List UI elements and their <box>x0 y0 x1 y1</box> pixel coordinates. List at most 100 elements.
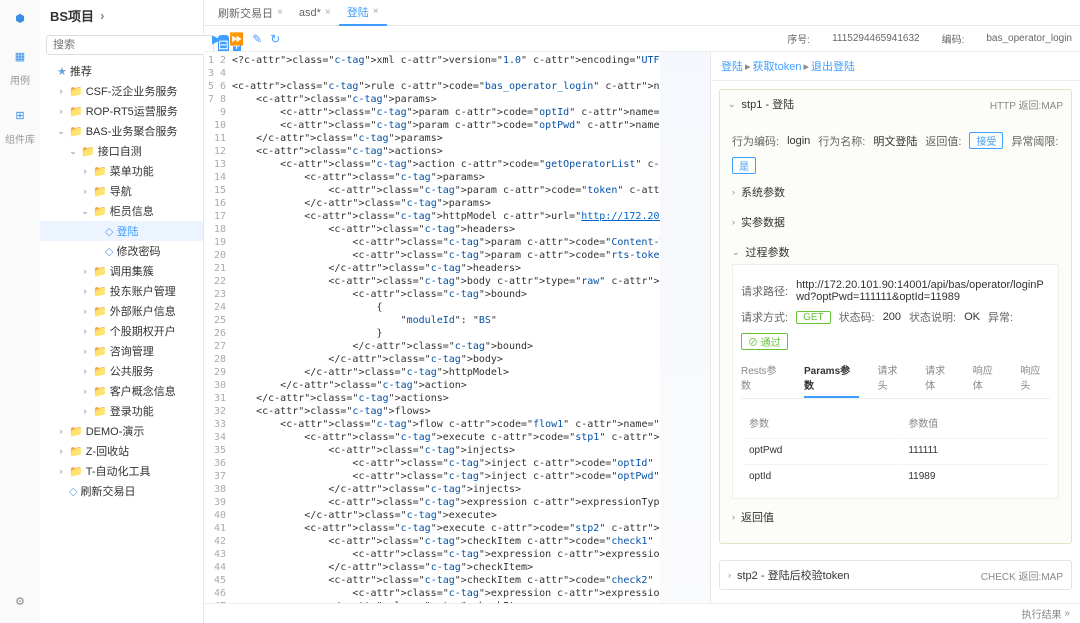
close-icon[interactable]: × <box>277 7 283 18</box>
project-title: BS项目 <box>50 6 94 25</box>
order-label: 序号: <box>787 31 810 46</box>
code-label: 编码: <box>942 31 965 46</box>
tree-node[interactable]: ⌄📁柜员信息 <box>40 201 203 221</box>
tree-node[interactable]: ›📁投东账户管理 <box>40 281 203 301</box>
param-tab[interactable]: 响应头 <box>1020 358 1050 398</box>
desc-label: 状态说明: <box>909 309 956 325</box>
tree-node[interactable]: ›📁T-自动化工具 <box>40 461 203 481</box>
editor-tab[interactable]: 刷新交易日× <box>210 1 291 25</box>
step1-title: stp1 - 登陆 <box>742 96 990 112</box>
file-tree: ★推荐›📁CSF-泛企业务服务›📁ROP-RT5运营服务⌄📁BAS-业务聚合服务… <box>40 59 203 623</box>
editor-toolbar: ▶ ⏩ ✎ ↻ 序号: 1115294465941632 编码: bas_ope… <box>204 26 1080 52</box>
tree-node[interactable]: ›📁Z-回收站 <box>40 441 203 461</box>
tree-node[interactable]: ★推荐 <box>40 61 203 81</box>
tree-node[interactable]: ◇登陆 <box>40 221 203 241</box>
step2-title: stp2 - 登陆后校验token <box>737 567 981 583</box>
footer-label[interactable]: 执行结果 <box>1022 606 1062 621</box>
tree-node[interactable]: ›📁外部账户信息 <box>40 301 203 321</box>
left-icon-bar: ⬢ ▦ 用例 ⊞ 组件库 ⚙ <box>0 0 40 623</box>
logo-icon[interactable]: ⬢ <box>10 8 30 28</box>
usecase-icon[interactable]: ▦ <box>10 46 30 66</box>
step1-card: ⌄ stp1 - 登陆 HTTP 返回:MAP 行为编码: login 行为名称… <box>719 89 1072 544</box>
param-tab[interactable]: 请求头 <box>877 358 907 398</box>
crumb-1[interactable]: 登陆 <box>721 61 743 73</box>
tool-icon[interactable]: ✎ <box>252 32 262 46</box>
action-name-value: 明文登陆 <box>873 133 917 149</box>
tree-node[interactable]: ›📁DEMO-演示 <box>40 421 203 441</box>
tree-node[interactable]: ›📁导航 <box>40 181 203 201</box>
tree-node[interactable]: ›📁ROP-RT5运营服务 <box>40 101 203 121</box>
tree-node[interactable]: ⌄📁接口自测 <box>40 141 203 161</box>
method-chip: GET <box>796 311 831 324</box>
status-value: 200 <box>883 311 901 323</box>
params-table: 参数参数值 optPwd111111optId11989 <box>741 407 1050 490</box>
editor-tab[interactable]: 登陆× <box>339 0 387 26</box>
breadcrumb: 登陆▸获取token▸退出登陆 <box>711 52 1080 81</box>
step2-meta: CHECK 返回:MAP <box>981 568 1063 583</box>
crumb-3[interactable]: 退出登陆 <box>811 61 855 73</box>
abnormal-chip[interactable]: 是 <box>732 157 756 174</box>
search-input[interactable] <box>46 35 214 55</box>
result-panel: 登陆▸获取token▸退出登陆 ⌄ stp1 - 登陆 HTTP 返回:MAP … <box>710 52 1080 603</box>
minimap[interactable] <box>660 52 710 603</box>
sidebar: BS项目 › ⊟ + ★推荐›📁CSF-泛企业务服务›📁ROP-RT5运营服务⌄… <box>40 0 204 623</box>
step2-header[interactable]: › stp2 - 登陆后校验token CHECK 返回:MAP <box>720 561 1071 589</box>
param-tab[interactable]: 响应体 <box>973 358 1003 398</box>
exc-label: 异常: <box>988 309 1013 325</box>
code-editor[interactable]: 1 2 3 4 5 6 7 8 9 10 11 12 13 14 15 16 1… <box>204 52 710 603</box>
return-section[interactable]: ›返回值 <box>732 505 1059 529</box>
main-area: 刷新交易日×asd*×登陆× ▶ ⏩ ✎ ↻ 序号: 1115294465941… <box>204 0 1080 623</box>
url-value: http://172.20.101.90:14001/api/bas/opera… <box>796 279 1050 303</box>
url-label: 请求路径: <box>741 283 788 299</box>
tree-node[interactable]: ◇修改密码 <box>40 241 203 261</box>
tree-node[interactable]: ›📁登录功能 <box>40 401 203 421</box>
tree-node[interactable]: ›📁客户概念信息 <box>40 381 203 401</box>
param-tab[interactable]: Params参数 <box>804 358 859 398</box>
line-gutter: 1 2 3 4 5 6 7 8 9 10 11 12 13 14 15 16 1… <box>204 52 232 603</box>
action-name-label: 行为名称: <box>818 133 865 149</box>
param-tab[interactable]: Rests参数 <box>741 358 786 398</box>
chevron-right-icon: › <box>100 8 104 23</box>
tree-node[interactable]: ›📁个股期权开户 <box>40 321 203 341</box>
refresh-icon[interactable]: ↻ <box>270 32 280 46</box>
settings-icon[interactable]: ⚙ <box>10 591 30 611</box>
crumb-2[interactable]: 获取token <box>753 61 802 73</box>
components-label: 组件库 <box>5 131 35 146</box>
tree-node[interactable]: ›📁调用集簇 <box>40 261 203 281</box>
chevron-right-icon: › <box>728 570 731 580</box>
param-tab[interactable]: 请求体 <box>925 358 955 398</box>
usecase-label: 用例 <box>10 72 30 87</box>
tree-node[interactable]: ›📁公共服务 <box>40 361 203 381</box>
status-label: 状态码: <box>839 309 875 325</box>
action-code-label: 行为编码: <box>732 133 779 149</box>
editor-tab[interactable]: asd*× <box>291 3 339 23</box>
project-header[interactable]: BS项目 › <box>40 0 203 31</box>
editor-tabs: 刷新交易日×asd*×登陆× <box>204 0 1080 26</box>
run-icon[interactable]: ▶ <box>212 32 221 46</box>
tree-node[interactable]: ◇刷新交易日 <box>40 481 203 501</box>
method-label: 请求方式: <box>741 309 788 325</box>
tree-node[interactable]: ›📁CSF-泛企业务服务 <box>40 81 203 101</box>
table-row: optPwd111111 <box>743 438 1048 462</box>
close-icon[interactable]: × <box>325 7 331 18</box>
code-value: bas_operator_login <box>986 33 1072 44</box>
code-content[interactable]: <?c-attr">class="c-tag">xml c-attr">vers… <box>232 52 660 603</box>
abnormal-label: 异常阈限: <box>1011 133 1058 149</box>
step1-header[interactable]: ⌄ stp1 - 登陆 HTTP 返回:MAP <box>720 90 1071 118</box>
tree-node[interactable]: ⌄📁BAS-业务聚合服务 <box>40 121 203 141</box>
tree-node[interactable]: ›📁菜单功能 <box>40 161 203 181</box>
process-params-section[interactable]: ⌄过程参数 <box>732 240 1059 264</box>
tree-node[interactable]: ›📁咨询管理 <box>40 341 203 361</box>
chevron-down-icon: ⌄ <box>728 99 736 110</box>
entity-params-section[interactable]: ›实参数据 <box>732 210 1059 234</box>
debug-icon[interactable]: ⏩ <box>229 32 244 46</box>
desc-value: OK <box>964 311 980 323</box>
sys-params-section[interactable]: ›系统参数 <box>732 180 1059 204</box>
th-val: 参数值 <box>902 409 1048 436</box>
components-icon[interactable]: ⊞ <box>10 105 30 125</box>
order-value: 1115294465941632 <box>832 33 920 44</box>
step1-meta: HTTP 返回:MAP <box>990 97 1063 112</box>
close-icon[interactable]: × <box>373 6 379 17</box>
return-chip[interactable]: 接受 <box>969 132 1003 149</box>
action-code-value: login <box>787 135 810 147</box>
